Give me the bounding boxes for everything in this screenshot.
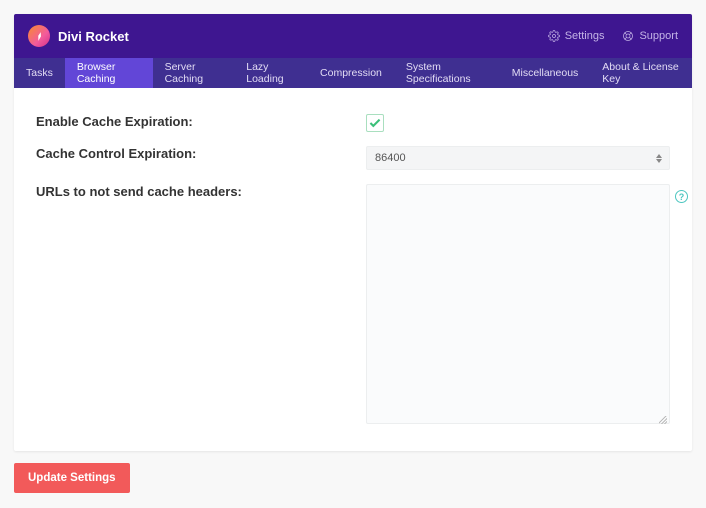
header-left: Divi Rocket: [28, 25, 129, 47]
cache-control-expiration-input[interactable]: [366, 146, 670, 170]
tab-about-license[interactable]: About & License Key: [590, 58, 692, 88]
settings-link-label: Settings: [565, 30, 605, 42]
lifebuoy-icon: [622, 30, 634, 42]
support-link[interactable]: Support: [622, 30, 678, 42]
header-right: Settings Support: [548, 30, 678, 42]
gear-icon: [548, 30, 560, 42]
enable-cache-expiration-checkbox[interactable]: [366, 114, 384, 132]
tab-lazy-loading[interactable]: Lazy Loading: [234, 58, 308, 88]
tab-system-specifications[interactable]: System Specifications: [394, 58, 500, 88]
row-urls-exclude: URLs to not send cache headers: ?: [36, 184, 670, 429]
tab-bar: Tasks Browser Caching Server Caching Laz…: [14, 58, 692, 88]
row-enable-cache-expiration: Enable Cache Expiration:: [36, 114, 670, 132]
settings-form: Enable Cache Expiration: Cache Control E…: [14, 88, 692, 451]
settings-link[interactable]: Settings: [548, 30, 605, 42]
urls-exclude-textarea[interactable]: [366, 184, 670, 424]
check-icon: [369, 118, 381, 128]
tab-server-caching[interactable]: Server Caching: [153, 58, 235, 88]
chevron-down-icon: [656, 159, 662, 163]
app-title: Divi Rocket: [58, 29, 129, 44]
tab-browser-caching[interactable]: Browser Caching: [65, 58, 153, 88]
header-bar: Divi Rocket Settings Support: [14, 14, 692, 58]
chevron-up-icon: [656, 154, 662, 158]
footer: Update Settings: [14, 451, 692, 493]
urls-exclude-label: URLs to not send cache headers:: [36, 184, 366, 199]
tab-tasks[interactable]: Tasks: [14, 58, 65, 88]
cache-control-expiration-label: Cache Control Expiration:: [36, 146, 366, 161]
support-link-label: Support: [639, 30, 678, 42]
help-icon[interactable]: ?: [675, 190, 688, 203]
enable-cache-expiration-label: Enable Cache Expiration:: [36, 114, 366, 129]
update-settings-button[interactable]: Update Settings: [14, 463, 130, 493]
number-stepper[interactable]: [656, 151, 666, 165]
tab-miscellaneous[interactable]: Miscellaneous: [500, 58, 591, 88]
logo-icon: [28, 25, 50, 47]
row-cache-control-expiration: Cache Control Expiration:: [36, 146, 670, 170]
tab-compression[interactable]: Compression: [308, 58, 394, 88]
